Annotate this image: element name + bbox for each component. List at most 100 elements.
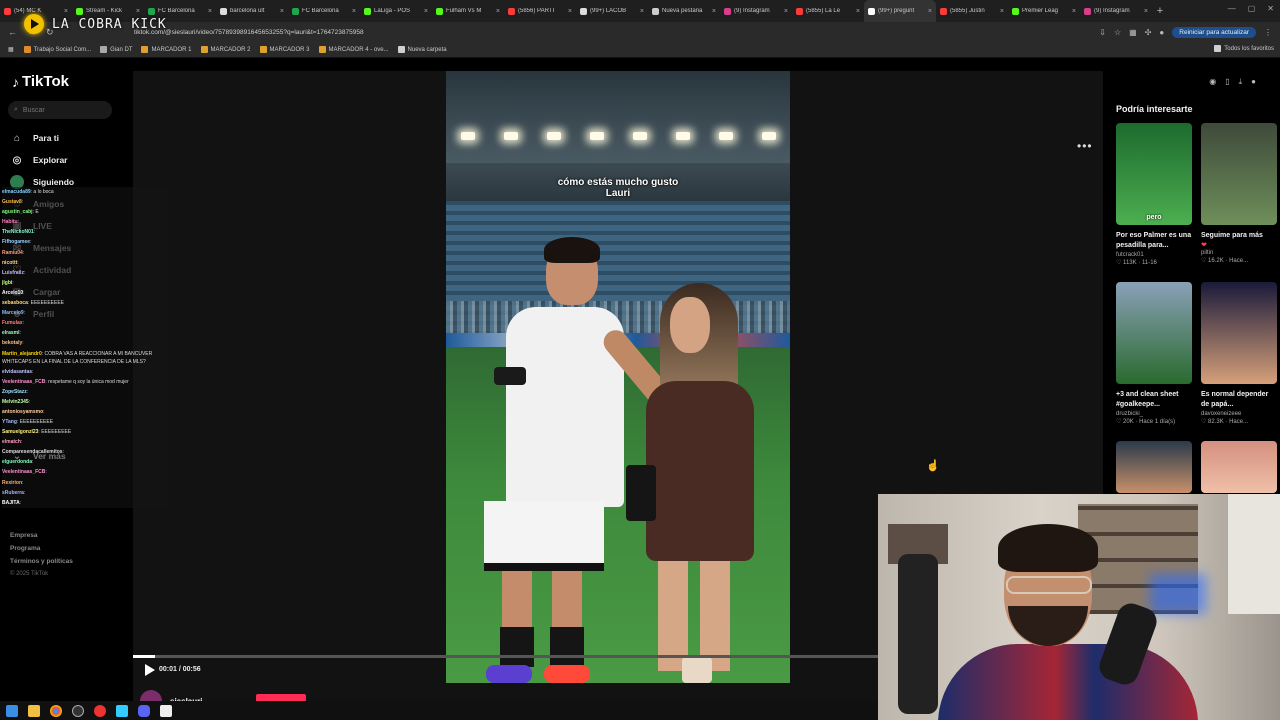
back-icon[interactable]: ← xyxy=(8,27,17,38)
bookmark-item[interactable]: Nueva carpeta xyxy=(397,46,447,53)
coin-icon[interactable]: ◉ xyxy=(1209,77,1216,87)
suggestion-author[interactable]: futcrack01 xyxy=(1116,252,1192,258)
search-input[interactable]: ⌕ Buscar xyxy=(8,101,112,119)
download-icon[interactable]: ⤓ xyxy=(1239,77,1243,87)
suggestion-thumbnail[interactable] xyxy=(1201,123,1277,225)
tab-close-icon[interactable]: × xyxy=(568,8,572,15)
tab-close-icon[interactable]: × xyxy=(784,8,788,15)
browser-tab[interactable]: LaLiga - POS × xyxy=(360,0,432,22)
browser-tab[interactable]: (99+) pregunt × xyxy=(864,0,936,22)
footer-program-link[interactable]: Programa xyxy=(10,542,73,555)
tab-close-icon[interactable]: × xyxy=(208,8,212,15)
browser-tab[interactable]: Fulham Vs M × xyxy=(432,0,504,22)
discord-icon[interactable] xyxy=(138,704,150,717)
chat-username: Habitu xyxy=(2,219,18,226)
bookmark-item[interactable]: Gian DT xyxy=(100,46,132,53)
suggestion-card[interactable]: Es normal depender de papá... davoxeneize… xyxy=(1201,282,1277,425)
app-icon[interactable] xyxy=(160,704,172,717)
extensions-puzzle-icon[interactable]: ✣ xyxy=(1145,28,1152,37)
apps-icon[interactable]: ▦ xyxy=(8,46,14,53)
browser-tab[interactable]: FC Barcelona × xyxy=(288,0,360,22)
tab-close-icon[interactable]: × xyxy=(640,8,644,15)
suggestion-card[interactable]: pero Por eso Palmer es una pesadilla para… xyxy=(1116,123,1192,266)
floodlight xyxy=(589,132,604,140)
windows-start-icon[interactable] xyxy=(6,704,18,717)
suggestion-author[interactable]: druzbicki_ xyxy=(1116,411,1192,417)
tab-close-icon[interactable]: × xyxy=(712,8,716,15)
suggestion-thumbnail[interactable] xyxy=(1116,441,1192,493)
browser-tab[interactable]: (99+) LACOB × xyxy=(576,0,648,22)
browser-tab[interactable]: Premier Leag × xyxy=(1008,0,1080,22)
bookmark-item[interactable]: MARCADOR 3 xyxy=(259,46,310,53)
suggestion-title[interactable]: Es normal depender de papá... xyxy=(1201,390,1277,410)
video-progress-bar[interactable] xyxy=(133,655,878,658)
bookmark-item[interactable]: MARCADOR 1 xyxy=(141,46,192,53)
tab-close-icon[interactable]: × xyxy=(928,8,932,15)
browser-tab[interactable]: (5855) Justin × xyxy=(936,0,1008,22)
app-icon[interactable] xyxy=(94,704,106,717)
chat-separator: : xyxy=(30,239,32,246)
tab-close-icon[interactable]: × xyxy=(280,8,284,15)
bookmark-item[interactable]: Trabajo Social Com... xyxy=(23,46,91,53)
install-icon[interactable]: ⇩ xyxy=(1099,28,1106,37)
suggestion-card[interactable]: Seguime para más ❤ piltin ♡ 16.2K · Hace... xyxy=(1201,123,1277,264)
suggestion-card[interactable] xyxy=(1201,441,1277,493)
suggestion-thumbnail[interactable] xyxy=(1201,282,1277,384)
tab-close-icon[interactable]: × xyxy=(856,8,860,15)
browser-tab[interactable]: (5855) La Le × xyxy=(792,0,864,22)
browser-tab[interactable]: (9) Instagram × xyxy=(1080,0,1152,22)
tab-close-icon[interactable]: × xyxy=(424,8,428,15)
user-avatar-icon[interactable]: ● xyxy=(1251,77,1256,87)
footer-terms-link[interactable]: Términos y políticas xyxy=(10,555,73,568)
tiktok-logo[interactable]: ♪ TikTok xyxy=(12,73,69,90)
suggestion-thumbnail[interactable] xyxy=(1116,282,1192,384)
menu-dots-icon[interactable]: ⋮ xyxy=(1264,28,1272,37)
all-bookmarks[interactable]: Todos los favoritos xyxy=(1214,45,1274,52)
maximize-icon[interactable]: ▢ xyxy=(1248,4,1256,13)
device-icon[interactable]: ▯ xyxy=(1225,77,1229,87)
tab-close-icon[interactable]: × xyxy=(1072,8,1076,15)
browser-tab[interactable]: (5856) PARTI × xyxy=(504,0,576,22)
suggestion-author[interactable]: davoxeneizeee xyxy=(1201,411,1277,417)
suggestion-author[interactable]: piltin xyxy=(1201,250,1277,256)
chat-separator: : xyxy=(19,330,21,337)
suggestion-card[interactable]: +3 and clean sheet #goalkeepe... druzbick… xyxy=(1116,282,1192,425)
close-window-icon[interactable]: ✕ xyxy=(1267,4,1274,13)
tab-close-icon[interactable]: × xyxy=(496,8,500,15)
url-field[interactable]: tiktok.com/@sieslauri/video/757893989164… xyxy=(134,29,1099,36)
file-explorer-icon[interactable] xyxy=(28,704,40,717)
play-button[interactable] xyxy=(143,663,157,677)
suggestion-thumbnail[interactable] xyxy=(1201,441,1277,493)
suggestion-thumbnail[interactable]: pero xyxy=(1116,123,1192,225)
profile-icon[interactable]: ● xyxy=(1159,28,1164,37)
bookmark-item[interactable]: MARCADOR 2 xyxy=(200,46,251,53)
suggestion-meta: ♡ 113K · 11-16 xyxy=(1116,259,1192,266)
sidebar-item-para-ti[interactable]: ⌂ Para ti xyxy=(10,127,125,149)
tab-close-icon[interactable]: × xyxy=(352,8,356,15)
footer-company-link[interactable]: Empresa xyxy=(10,529,73,542)
update-button[interactable]: Reiniciar para actualizar xyxy=(1172,26,1256,38)
extension-icon[interactable]: ▦ xyxy=(1129,28,1137,37)
minimize-icon[interactable]: — xyxy=(1228,4,1236,13)
tab-title: (9) Instagram xyxy=(1094,8,1130,14)
chat-text: EEEEEEEEEE xyxy=(19,418,54,425)
suggestion-title[interactable]: Por eso Palmer es una pesadilla para... xyxy=(1116,231,1192,251)
browser-tab[interactable]: Nueva pestaña × xyxy=(648,0,720,22)
bookmark-star-icon[interactable]: ☆ xyxy=(1114,28,1121,37)
browser-tab[interactable]: (9) Instagram × xyxy=(720,0,792,22)
suggestion-title[interactable]: +3 and clean sheet #goalkeepe... xyxy=(1116,390,1192,410)
sidebar-item-explorar[interactable]: ◎ Explorar xyxy=(10,149,125,171)
obs-icon[interactable] xyxy=(72,704,84,717)
browser-tab[interactable]: barcelona ult × xyxy=(216,0,288,22)
app-icon[interactable] xyxy=(116,704,128,717)
tab-close-icon[interactable]: × xyxy=(1000,8,1004,15)
new-tab-icon[interactable]: + xyxy=(1152,5,1168,17)
suggestion-title[interactable]: Seguime para más xyxy=(1201,231,1277,241)
more-options-icon[interactable]: ••• xyxy=(1077,139,1093,153)
suggestion-card[interactable] xyxy=(1116,441,1192,493)
chat-username: elmatch xyxy=(2,439,21,446)
chrome-icon[interactable] xyxy=(50,704,62,717)
bookmark-item[interactable]: MARCADOR 4 - ove... xyxy=(318,46,389,53)
video-player[interactable]: cómo estás mucho gusto Lauri xyxy=(446,71,790,683)
tab-close-icon[interactable]: × xyxy=(1144,8,1148,15)
